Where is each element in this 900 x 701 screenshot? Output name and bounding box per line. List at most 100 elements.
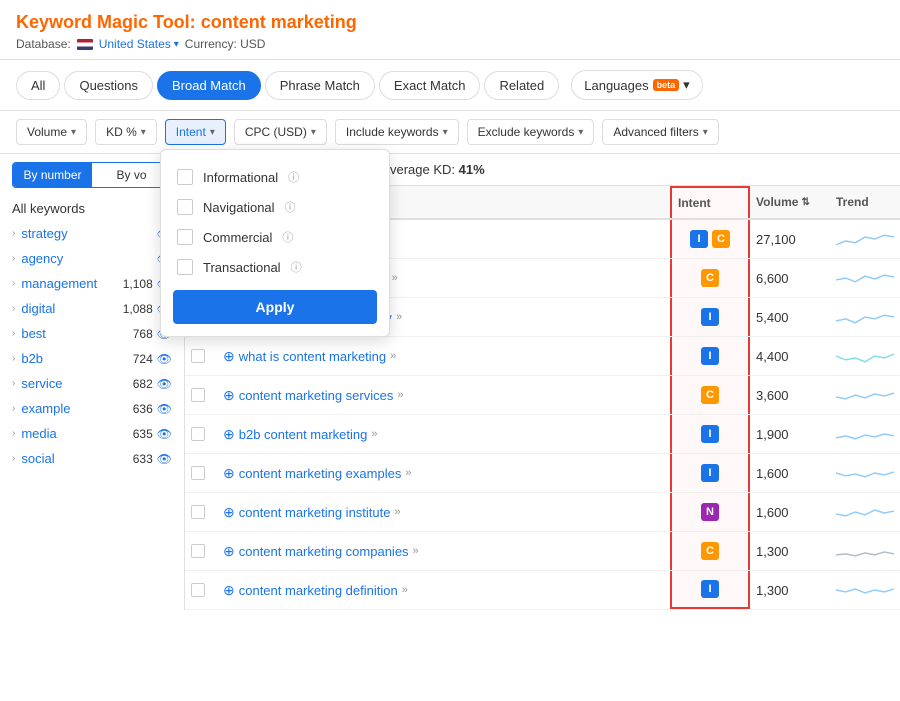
chevron-right-icon: › bbox=[12, 303, 15, 314]
eye-icon[interactable]: 👁 bbox=[157, 452, 172, 466]
eye-icon[interactable]: 👁 bbox=[157, 377, 172, 391]
tabs-row: All Questions Broad Match Phrase Match E… bbox=[0, 60, 900, 111]
intent-cell: I C bbox=[670, 220, 750, 258]
keyword-link[interactable]: ⊕ content marketing services » bbox=[223, 387, 403, 404]
keyword-label: content marketing bbox=[201, 12, 357, 32]
view-by-number[interactable]: By number bbox=[13, 163, 92, 187]
trend-cell bbox=[830, 454, 900, 492]
sidebar-item-management[interactable]: › management 1,108 👁 bbox=[0, 271, 184, 296]
content-area: By number By vo All keywords 3 › strateg… bbox=[0, 154, 900, 610]
chevron-down-icon: ▾ bbox=[174, 39, 179, 50]
volume-filter[interactable]: Volume ▾ bbox=[16, 119, 87, 145]
plus-icon: ⊕ bbox=[223, 543, 235, 560]
double-chevron-icon: » bbox=[405, 467, 411, 479]
intent-transactional-item[interactable]: Transactional ⓘ bbox=[173, 252, 377, 282]
intent-cell: I bbox=[670, 337, 750, 375]
keyword-link[interactable]: ⊕ content marketing definition » bbox=[223, 582, 408, 599]
table-row: ⊕ b2b content marketing » I 1,900 bbox=[185, 415, 900, 454]
languages-button[interactable]: Languages beta ▾ bbox=[571, 70, 702, 100]
advanced-filters[interactable]: Advanced filters ▾ bbox=[602, 119, 718, 145]
volume-cell: 4,400 bbox=[750, 337, 830, 375]
th-volume[interactable]: Volume ⇅ bbox=[750, 186, 830, 218]
chevron-right-icon: › bbox=[12, 278, 15, 289]
intent-cell: C bbox=[670, 376, 750, 414]
eye-icon[interactable]: 👁 bbox=[157, 352, 172, 366]
intent-cell: I bbox=[670, 454, 750, 492]
sidebar-item-digital[interactable]: › digital 1,088 👁 bbox=[0, 296, 184, 321]
double-chevron-icon: » bbox=[394, 506, 400, 518]
chevron-right-icon: › bbox=[12, 428, 15, 439]
sidebar-item-strategy[interactable]: › strategy 👁 bbox=[0, 221, 184, 246]
eye-icon[interactable]: 👁 bbox=[157, 427, 172, 441]
intent-badge-c: C bbox=[701, 386, 719, 404]
trend-cell bbox=[830, 337, 900, 375]
eye-icon[interactable]: 👁 bbox=[157, 402, 172, 416]
sidebar-item-b2b[interactable]: › b2b 724 👁 bbox=[0, 346, 184, 371]
row-checkbox[interactable] bbox=[185, 337, 217, 375]
info-icon: ⓘ bbox=[282, 229, 293, 245]
all-keywords-row: All keywords 3 bbox=[0, 196, 184, 221]
keyword-cell: ⊕ content marketing examples » bbox=[217, 454, 670, 492]
sidebar-item-social[interactable]: › social 633 👁 bbox=[0, 446, 184, 471]
table-row: ⊕ content marketing definition » I 1,300 bbox=[185, 571, 900, 610]
trend-cell bbox=[830, 376, 900, 414]
volume-cell: 1,300 bbox=[750, 532, 830, 570]
tab-phrase-match[interactable]: Phrase Match bbox=[265, 71, 375, 100]
intent-badge-n: N bbox=[701, 503, 719, 521]
row-checkbox[interactable] bbox=[185, 493, 217, 531]
include-keywords-filter[interactable]: Include keywords ▾ bbox=[335, 119, 459, 145]
keyword-link[interactable]: ⊕ content marketing examples » bbox=[223, 465, 411, 482]
keyword-cell: ⊕ what is content marketing » bbox=[217, 337, 670, 375]
sidebar: By number By vo All keywords 3 › strateg… bbox=[0, 154, 185, 610]
intent-navigational-item[interactable]: Navigational ⓘ bbox=[173, 192, 377, 222]
exclude-keywords-filter[interactable]: Exclude keywords ▾ bbox=[467, 119, 595, 145]
chevron-down-icon: ▾ bbox=[578, 127, 583, 138]
navigational-checkbox[interactable] bbox=[177, 199, 193, 215]
plus-icon: ⊕ bbox=[223, 387, 235, 404]
keyword-link[interactable]: ⊕ b2b content marketing » bbox=[223, 426, 378, 443]
chevron-right-icon: › bbox=[12, 253, 15, 264]
trend-cell bbox=[830, 415, 900, 453]
volume-cell: 5,400 bbox=[750, 298, 830, 336]
tab-all[interactable]: All bbox=[16, 71, 60, 100]
keyword-cell: ⊕ content marketing institute » bbox=[217, 493, 670, 531]
trend-cell bbox=[830, 298, 900, 336]
row-checkbox[interactable] bbox=[185, 415, 217, 453]
intent-badge-i: I bbox=[701, 425, 719, 443]
row-checkbox[interactable] bbox=[185, 532, 217, 570]
cpc-filter[interactable]: CPC (USD) ▾ bbox=[234, 119, 327, 145]
tab-questions[interactable]: Questions bbox=[64, 71, 153, 100]
plus-icon: ⊕ bbox=[223, 504, 235, 521]
intent-filter[interactable]: Intent ▾ bbox=[165, 119, 226, 145]
sidebar-item-service[interactable]: › service 682 👁 bbox=[0, 371, 184, 396]
sidebar-item-example[interactable]: › example 636 👁 bbox=[0, 396, 184, 421]
informational-checkbox[interactable] bbox=[177, 169, 193, 185]
transactional-checkbox[interactable] bbox=[177, 259, 193, 275]
intent-informational-item[interactable]: Informational ⓘ bbox=[173, 162, 377, 192]
row-checkbox[interactable] bbox=[185, 376, 217, 414]
tool-label: Keyword Magic Tool: bbox=[16, 12, 196, 32]
chevron-down-icon: ▾ bbox=[71, 127, 76, 138]
apply-button[interactable]: Apply bbox=[173, 290, 377, 324]
keyword-link[interactable]: ⊕ what is content marketing » bbox=[223, 348, 396, 365]
intent-commercial-item[interactable]: Commercial ⓘ bbox=[173, 222, 377, 252]
tab-exact-match[interactable]: Exact Match bbox=[379, 71, 481, 100]
table-row: ⊕ content marketing institute » N 1,600 bbox=[185, 493, 900, 532]
row-checkbox[interactable] bbox=[185, 571, 217, 609]
intent-badge-c: C bbox=[701, 542, 719, 560]
kd-filter[interactable]: KD % ▾ bbox=[95, 119, 157, 145]
tab-broad-match[interactable]: Broad Match bbox=[157, 71, 261, 100]
tab-related[interactable]: Related bbox=[484, 71, 559, 100]
sidebar-item-media[interactable]: › media 635 👁 bbox=[0, 421, 184, 446]
country-selector[interactable]: United States ▾ bbox=[99, 37, 179, 51]
chevron-down-icon: ▾ bbox=[683, 77, 690, 93]
intent-badge-i: I bbox=[701, 580, 719, 598]
keyword-link[interactable]: ⊕ content marketing institute » bbox=[223, 504, 401, 521]
sidebar-item-agency[interactable]: › agency 👁 bbox=[0, 246, 184, 271]
sort-icon: ⇅ bbox=[801, 197, 809, 208]
double-chevron-icon: » bbox=[392, 272, 398, 284]
keyword-link[interactable]: ⊕ content marketing companies » bbox=[223, 543, 419, 560]
sidebar-item-best[interactable]: › best 768 👁 bbox=[0, 321, 184, 346]
row-checkbox[interactable] bbox=[185, 454, 217, 492]
commercial-checkbox[interactable] bbox=[177, 229, 193, 245]
